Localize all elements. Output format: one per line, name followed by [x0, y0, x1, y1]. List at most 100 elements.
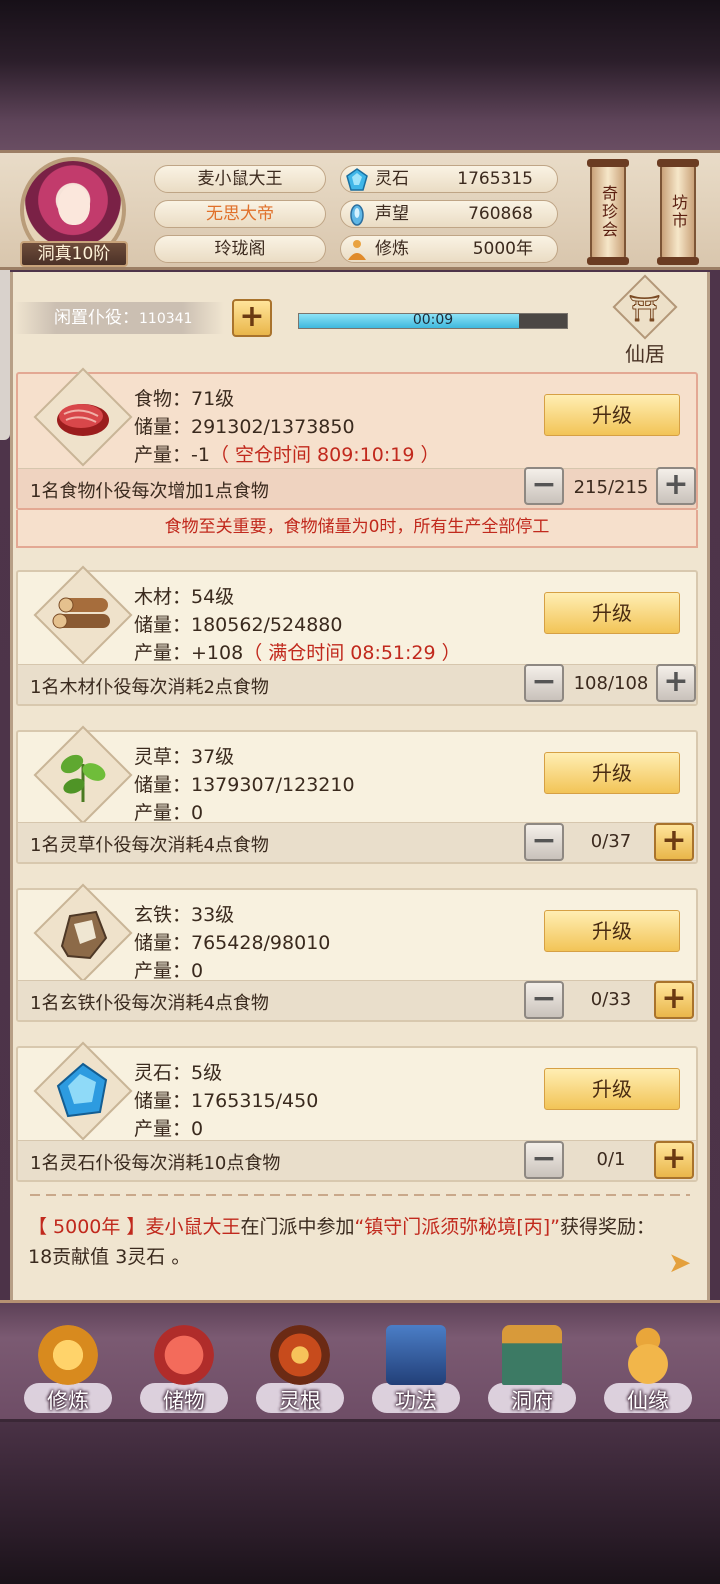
servant-count: 215/215 [573, 477, 649, 498]
nav-label: 功法 [395, 1389, 437, 1413]
add-servant-button[interactable]: + [232, 299, 272, 337]
bottom-backdrop [0, 1420, 720, 1584]
servant-count: 0/33 [590, 989, 632, 1010]
player-title[interactable]: 无思大帝 [154, 200, 326, 228]
resource-level: 食物：71级 [134, 388, 235, 410]
qizhen-hui-button[interactable]: 奇珍会 [587, 159, 629, 265]
spirit-root-icon [270, 1325, 330, 1385]
herb-icon [60, 754, 106, 802]
log-expand-icon[interactable]: ➤ [668, 1246, 691, 1279]
resource-level: 玄铁：33级 [134, 904, 235, 926]
player-sect[interactable]: 玲珑阁 [154, 235, 326, 263]
increase-herb-servants-button[interactable]: + [654, 823, 694, 861]
servant-rule: 1名木材仆役每次消耗2点食物 [30, 677, 269, 698]
storage-bag-icon [154, 1325, 214, 1385]
resource-storage: 储量：291302/1373850 [134, 416, 355, 438]
log-divider [30, 1194, 690, 1196]
idle-count: 110341 [139, 311, 193, 327]
resource-spirit-stone: 灵石 1765315 [340, 165, 558, 193]
upgrade-button[interactable]: 升级 [544, 910, 680, 952]
increase-spirit-stone-servants-button[interactable]: + [654, 1141, 694, 1179]
resource-card-herb: 灵草：37级 储量：1379307/123210 产量：0 升级 1名灵草仆役每… [16, 725, 698, 864]
servant-row: 1名灵草仆役每次消耗4点食物 0/37 [18, 822, 696, 862]
resource-output: 产量：0 [134, 1118, 204, 1140]
iron-ore-icon [60, 910, 108, 960]
cultivation-icon [348, 240, 366, 260]
nav-spirit-root[interactable]: 灵根 [250, 1319, 350, 1419]
increase-food-servants-button[interactable]: + [656, 467, 696, 505]
upgrade-button[interactable]: 升级 [544, 394, 680, 436]
output-note: （ 满仓时间 08:51:29 ） [243, 642, 461, 664]
food-warning: 食物至关重要，食物储量为0时，所有生产全部停工 [16, 510, 698, 548]
resource-cultivation: 修炼 5000年 [340, 235, 558, 263]
nav-label: 仙缘 [627, 1389, 669, 1413]
recruit-timer-bar: 00:09 [298, 312, 568, 329]
meditation-icon [38, 1325, 98, 1385]
resource-level: 灵石：5级 [134, 1062, 223, 1084]
resource-card-wood: 木材：54级 储量：180562/524880 产量：+108（ 满仓时间 08… [16, 565, 698, 706]
resource-value: 1765315 [457, 169, 533, 189]
resource-storage: 储量：180562/524880 [134, 614, 343, 636]
nav-storage[interactable]: 储物 [134, 1319, 234, 1419]
servant-row: 1名食物仆役每次增加1点食物 215/215 [18, 468, 696, 508]
nav-techniques[interactable]: 功法 [366, 1319, 466, 1419]
upgrade-button[interactable]: 升级 [544, 752, 680, 794]
avatar-face [58, 185, 90, 225]
output-value: 产量：+108 [134, 642, 244, 664]
nav-label: 修炼 [47, 1389, 89, 1413]
resource-storage: 储量：1379307/123210 [134, 774, 355, 796]
spirit-crystal-icon [56, 1062, 108, 1118]
decrease-wood-servants-button[interactable]: − [524, 664, 564, 702]
scripture-book-icon [386, 1325, 446, 1385]
servant-row: 1名灵石仆役每次消耗10点食物 0/1 [18, 1140, 696, 1180]
increase-iron-servants-button[interactable]: + [654, 981, 694, 1019]
upgrade-button[interactable]: 升级 [544, 592, 680, 634]
decrease-iron-servants-button[interactable]: − [524, 981, 564, 1019]
pagoda-icon: ⛩ [628, 294, 662, 324]
idle-servants: 闲置仆役：110341 [14, 302, 224, 334]
decrease-spirit-stone-servants-button[interactable]: − [524, 1141, 564, 1179]
xianju-label: 仙居 [625, 342, 665, 366]
log-player: 麦小鼠大王 [145, 1216, 241, 1238]
decrease-herb-servants-button[interactable]: − [524, 823, 564, 861]
idle-label: 闲置仆役： [54, 308, 139, 328]
resource-output: 产量：0 [134, 802, 204, 824]
fangshi-button[interactable]: 坊市 [657, 159, 699, 265]
servant-rule: 1名灵草仆役每次消耗4点食物 [30, 835, 269, 856]
prestige-icon [350, 204, 364, 226]
resource-value: 760868 [468, 204, 533, 224]
top-backdrop [0, 0, 720, 152]
servant-count: 108/108 [573, 673, 649, 694]
resource-label: 灵石 [375, 169, 409, 189]
resource-storage: 储量：765428/98010 [134, 932, 331, 954]
gourd-icon [618, 1325, 678, 1385]
wood-icon [52, 597, 110, 629]
servant-rule: 1名灵石仆役每次消耗10点食物 [30, 1153, 281, 1174]
cave-mansion-icon [502, 1325, 562, 1385]
bottom-nav: 修炼 储物 灵根 功法 洞府 仙缘 [0, 1300, 720, 1422]
output-note: （ 空仓时间 809:10:19 ） [209, 444, 440, 466]
nav-cultivate[interactable]: 修炼 [18, 1319, 118, 1419]
nav-cave-mansion[interactable]: 洞府 [482, 1319, 582, 1419]
resource-output: 产量：0 [134, 960, 204, 982]
timer-text: 00:09 [412, 312, 454, 328]
resource-card-spirit-stone: 灵石：5级 储量：1765315/450 产量：0 升级 1名灵石仆役每次消耗1… [16, 1041, 698, 1182]
decrease-food-servants-button[interactable]: − [524, 467, 564, 505]
resource-card-food: 食物：71级 储量：291302/1373850 产量：-1（ 空仓时间 809… [16, 367, 698, 510]
servant-rule: 1名玄铁仆役每次消耗4点食物 [30, 993, 269, 1014]
rank-badge: 洞真10阶 [20, 241, 128, 267]
nav-label: 储物 [163, 1389, 205, 1413]
event-log: 【 5000年 】麦小鼠大王在门派中参加“镇守门派须弥秘境[丙]”获得奖励：18… [28, 1212, 668, 1272]
log-mid: 在门派中参加 [240, 1216, 355, 1238]
resource-level: 木材：54级 [134, 586, 235, 608]
increase-wood-servants-button[interactable]: + [656, 664, 696, 702]
upgrade-button[interactable]: 升级 [544, 1068, 680, 1110]
resource-label: 声望 [375, 204, 409, 224]
resource-output: 产量：-1（ 空仓时间 809:10:19 ） [134, 440, 440, 467]
xianju-button[interactable]: ⛩ 仙居 [600, 274, 690, 366]
nav-fate[interactable]: 仙缘 [598, 1319, 698, 1419]
resource-card-iron: 玄铁：33级 储量：765428/98010 产量：0 升级 1名玄铁仆役每次消… [16, 883, 698, 1022]
resource-output: 产量：+108（ 满仓时间 08:51:29 ） [134, 638, 461, 665]
servant-count: 0/1 [596, 1149, 626, 1170]
resource-value: 5000年 [472, 239, 533, 259]
